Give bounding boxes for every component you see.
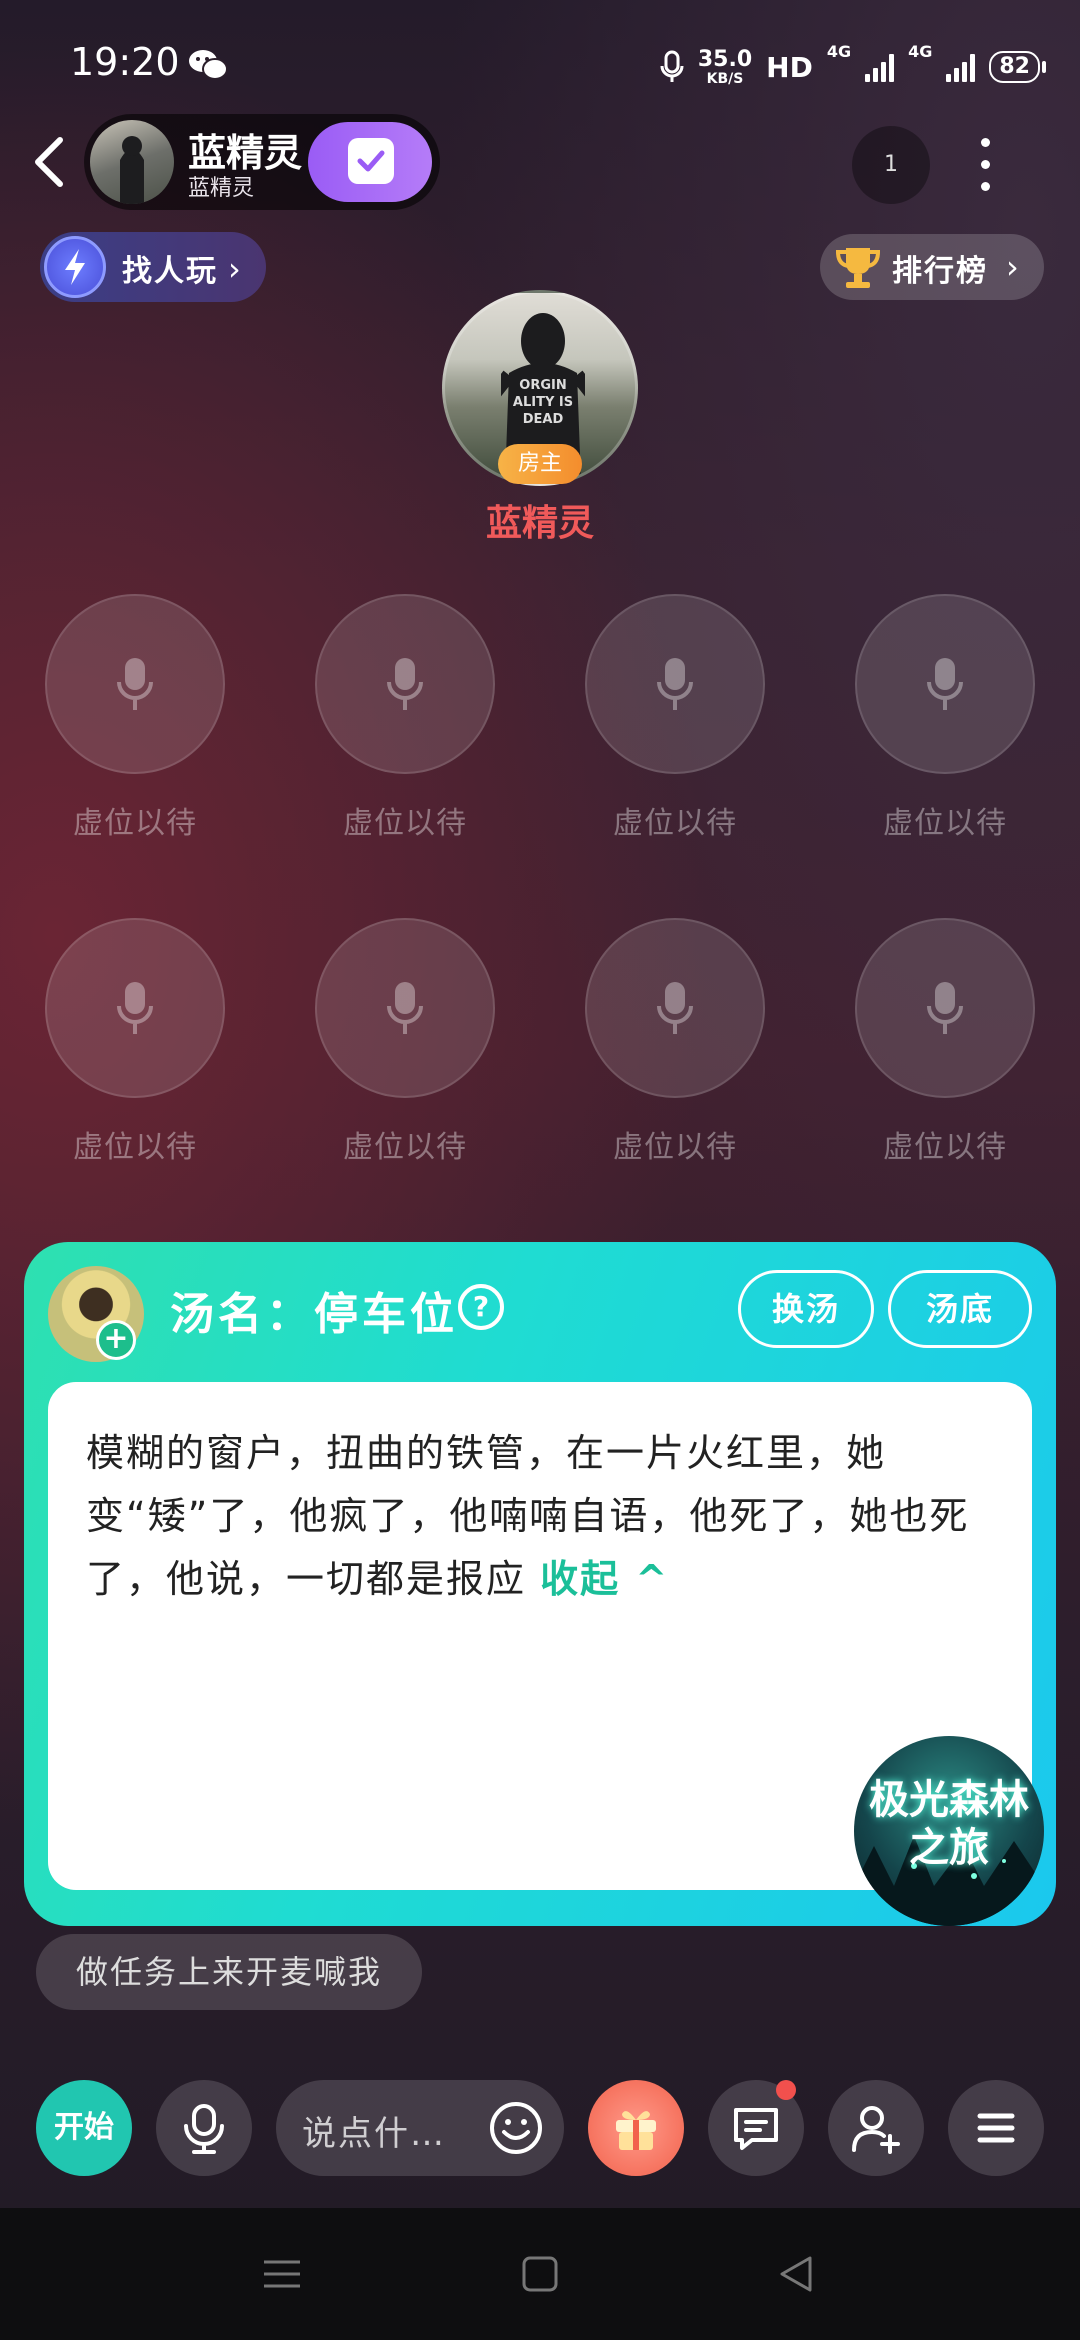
soup-story: 模糊的窗户，扭曲的铁管，在一片火红里，她变“矮”了，他疯了，他喃喃自语，他死了，… <box>86 1422 996 1611</box>
seat-7[interactable]: 虚位以待 <box>585 918 765 1165</box>
reveal-answer-button[interactable]: 汤底 <box>888 1270 1032 1348</box>
soup-title: 汤名：停车位 <box>170 1289 458 1340</box>
seat-label: 虚位以待 <box>883 1130 1007 1165</box>
check-icon <box>348 136 394 184</box>
help-icon[interactable]: ? <box>458 1284 504 1330</box>
soup-card: + 汤名：停车位 ? 换汤 汤底 模糊的窗户，扭曲的铁管，在一片火红里，她变“矮… <box>24 1242 1056 1926</box>
online-count-button[interactable]: 1 <box>852 126 930 204</box>
microphone-icon <box>657 658 693 710</box>
find-people-button[interactable]: 找人玩 › <box>40 232 266 302</box>
find-people-label: 找人玩 <box>122 254 218 289</box>
mic-toggle-button[interactable] <box>156 2080 252 2176</box>
system-nav-bar <box>0 2208 1080 2340</box>
invite-user-button[interactable] <box>828 2080 924 2176</box>
status-time: 19:20 <box>70 40 180 84</box>
home-icon[interactable] <box>518 2252 562 2296</box>
game-badge[interactable]: 极光森林之旅 <box>854 1736 1044 1926</box>
microphone-icon <box>387 982 423 1034</box>
host-name: 蓝精灵 <box>485 503 594 544</box>
speed-unit: KB/S <box>706 71 744 87</box>
chat-input-placeholder: 说点什… <box>302 2114 446 2154</box>
network-type-2: 4G <box>908 42 933 61</box>
network-type-1: 4G <box>826 42 852 61</box>
hd-indicator: HD <box>766 50 813 84</box>
host-badge: 房主 <box>498 444 582 484</box>
task-hint: 做任务上来开麦喊我 <box>36 1934 422 2010</box>
gift-button[interactable] <box>588 2080 684 2176</box>
ranking-button[interactable]: 排行榜 › <box>820 234 1044 300</box>
speed-value: 35.0 <box>697 47 753 72</box>
seat-4[interactable]: 虚位以待 <box>855 594 1035 841</box>
microphone-icon <box>117 982 153 1034</box>
battery-indicator: 82 <box>989 51 1046 83</box>
chevron-right-icon: › <box>1006 248 1019 286</box>
microphone-icon <box>927 982 963 1034</box>
recent-apps-icon[interactable] <box>260 2252 304 2296</box>
menu-icon <box>977 2113 1015 2143</box>
start-button[interactable]: 开始 <box>36 2080 132 2176</box>
chat-input[interactable]: 说点什… <box>276 2080 564 2176</box>
microphone-icon <box>387 658 423 710</box>
host-avatar-text: ORGIN ALITY IS DEAD <box>512 378 574 427</box>
ranking-label: 排行榜 <box>892 254 988 289</box>
seat-8[interactable]: 虚位以待 <box>855 918 1035 1165</box>
message-icon <box>734 2108 778 2150</box>
microphone-icon <box>657 982 693 1034</box>
room-info[interactable]: 蓝精灵 蓝精灵 <box>84 114 440 210</box>
trophy-icon <box>835 248 881 288</box>
seat-label: 虚位以待 <box>613 806 737 841</box>
seat-label: 虚位以待 <box>343 806 467 841</box>
lightning-icon <box>44 236 106 298</box>
follow-button[interactable] <box>308 122 432 202</box>
back-nav-icon[interactable] <box>774 2252 818 2296</box>
microphone-icon <box>660 50 684 82</box>
menu-button[interactable] <box>948 2080 1044 2176</box>
seat-6[interactable]: 虚位以待 <box>315 918 495 1165</box>
collapse-link[interactable]: 收起 ^ <box>540 1557 669 1601</box>
game-badge-label: 极光森林之旅 <box>869 1777 1029 1871</box>
seat-label: 虚位以待 <box>73 1130 197 1165</box>
status-bar: 19:20 35.0 KB/S HD 4G 4G 82 <box>0 0 1080 120</box>
seat-label: 虚位以待 <box>883 806 1007 841</box>
seat-5[interactable]: 虚位以待 <box>45 918 225 1165</box>
back-button[interactable] <box>26 132 72 192</box>
emoji-icon[interactable] <box>488 2100 544 2156</box>
soup-story-text: 模糊的窗户，扭曲的铁管，在一片火红里，她变“矮”了，他疯了，他喃喃自语，他死了，… <box>86 1431 970 1601</box>
swap-soup-button[interactable]: 换汤 <box>738 1270 874 1348</box>
seat-2[interactable]: 虚位以待 <box>315 594 495 841</box>
seat-3[interactable]: 虚位以待 <box>585 594 765 841</box>
bottom-toolbar: 开始 说点什… <box>0 2060 1080 2190</box>
seat-label: 虚位以待 <box>613 1130 737 1165</box>
add-user-icon <box>852 2106 900 2154</box>
room-owner-name: 蓝精灵 <box>188 176 255 201</box>
notification-dot <box>776 2080 796 2100</box>
microphone-icon <box>927 658 963 710</box>
seat-label: 虚位以待 <box>343 1130 467 1165</box>
signal-icon-2 <box>946 52 976 82</box>
status-indicators: 35.0 KB/S HD 4G 4G 82 <box>660 42 1046 92</box>
chevron-right-icon: › <box>228 250 241 288</box>
microphone-icon <box>184 2104 224 2154</box>
wechat-icon <box>189 50 228 80</box>
microphone-icon <box>117 658 153 710</box>
signal-icon <box>865 52 895 82</box>
seat-label: 虚位以待 <box>73 806 197 841</box>
room-name: 蓝精灵 <box>188 131 303 175</box>
network-speed: 35.0 KB/S <box>697 47 753 87</box>
plus-icon[interactable]: + <box>96 1320 136 1360</box>
room-avatar <box>90 120 174 204</box>
seat-1[interactable]: 虚位以待 <box>45 594 225 841</box>
gift-icon <box>616 2111 656 2150</box>
more-options-icon[interactable] <box>970 130 1000 200</box>
